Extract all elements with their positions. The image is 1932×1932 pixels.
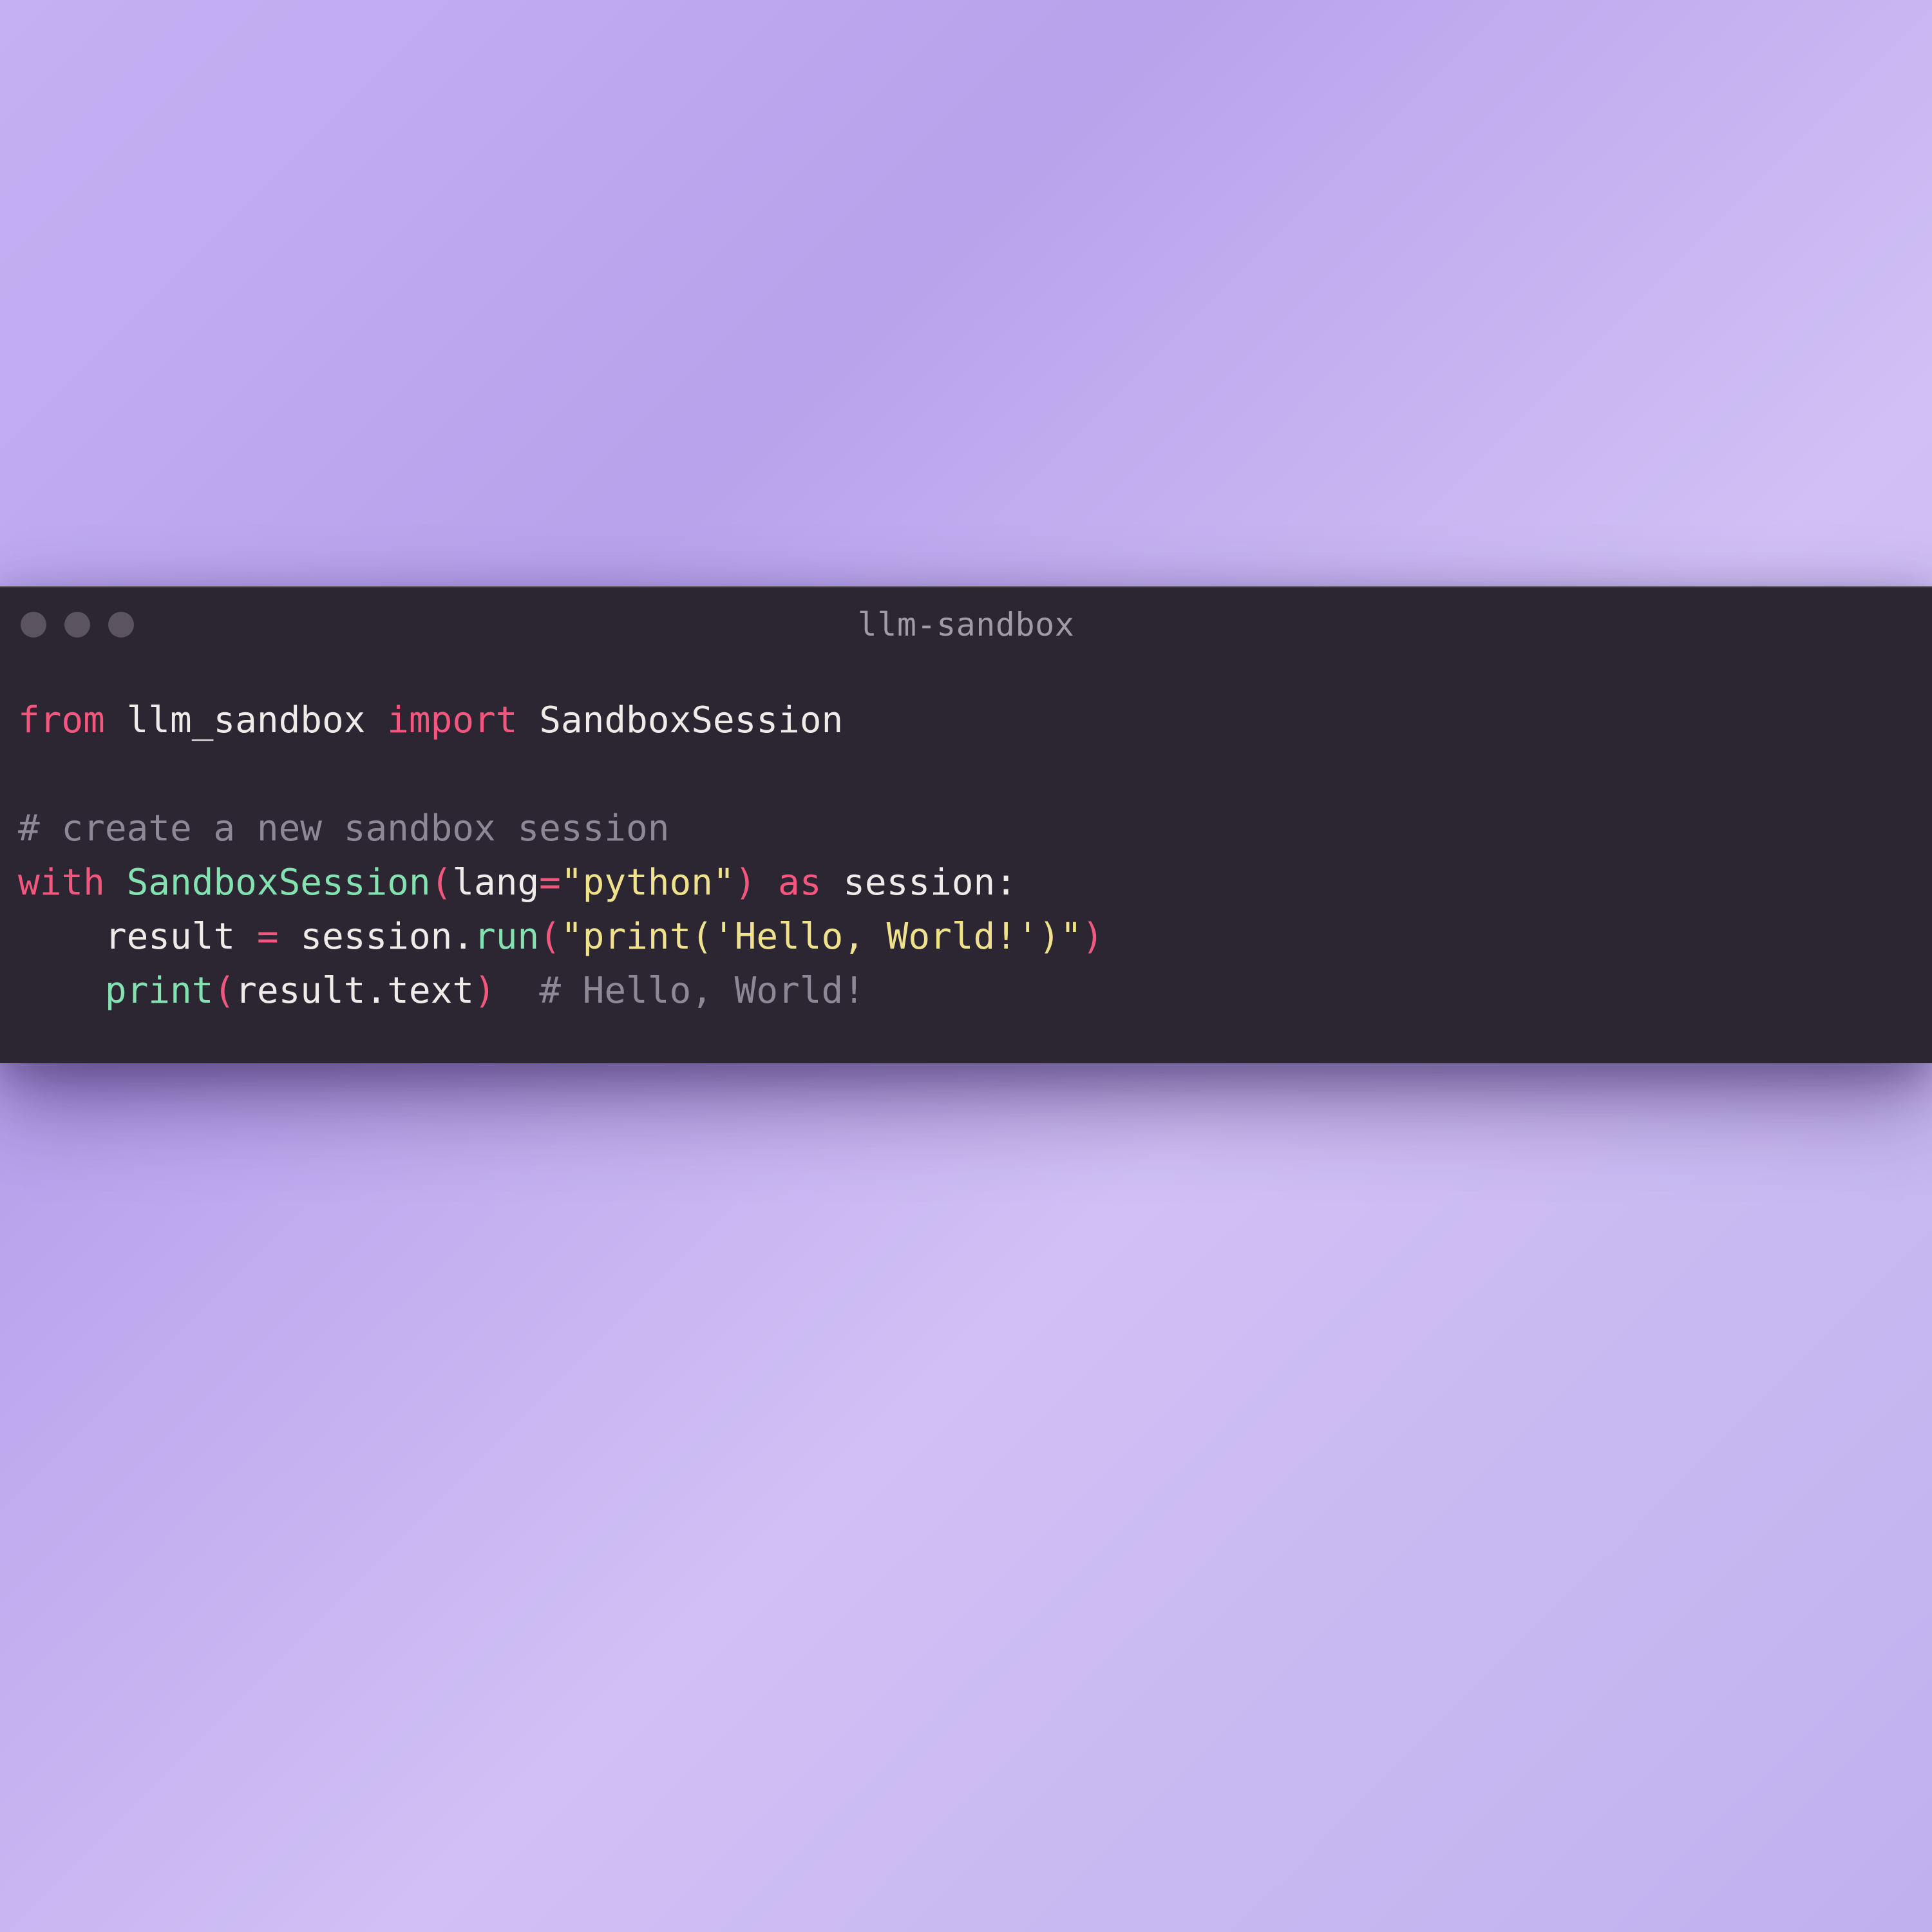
keyword-from: from — [18, 699, 105, 741]
whitespace — [496, 970, 539, 1012]
method-call: run — [474, 916, 539, 958]
paren-open: ( — [213, 970, 235, 1012]
indent — [18, 916, 105, 958]
minimize-icon[interactable] — [64, 612, 90, 638]
window-title: llm-sandbox — [0, 606, 1932, 643]
code-window: llm-sandbox from llm_sandbox import Sand… — [0, 586, 1932, 1063]
dot: . — [452, 916, 474, 958]
paren-open: ( — [431, 862, 453, 904]
attribute: text — [387, 970, 474, 1012]
close-icon[interactable] — [21, 612, 46, 638]
object: result — [235, 970, 365, 1012]
variable: result — [105, 916, 235, 958]
indent — [18, 970, 105, 1012]
string-literal: "python" — [561, 862, 735, 904]
equals: = — [539, 862, 561, 904]
keyword-with: with — [18, 862, 105, 904]
kwarg-name: lang — [452, 862, 539, 904]
constructor-call: SandboxSession — [127, 862, 431, 904]
string-literal: "print('Hello, World!')" — [561, 916, 1082, 958]
module-name: llm_sandbox — [127, 699, 366, 741]
paren-open: ( — [539, 916, 561, 958]
variable: session — [843, 862, 995, 904]
zoom-icon[interactable] — [108, 612, 134, 638]
window-controls — [21, 612, 134, 638]
colon: : — [995, 862, 1017, 904]
dot: . — [365, 970, 387, 1012]
object: session — [300, 916, 452, 958]
code-editor[interactable]: from llm_sandbox import SandboxSession #… — [0, 661, 1932, 1063]
window-titlebar: llm-sandbox — [0, 587, 1932, 661]
paren-close: ) — [1082, 916, 1104, 958]
comment: # Hello, World! — [539, 970, 865, 1012]
class-name: SandboxSession — [539, 699, 843, 741]
function-call: print — [105, 970, 214, 1012]
comment: # create a new sandbox session — [18, 808, 669, 849]
keyword-as: as — [778, 862, 821, 904]
keyword-import: import — [387, 699, 517, 741]
background-spacer — [0, 0, 1932, 586]
paren-close: ) — [474, 970, 496, 1012]
equals: = — [257, 916, 279, 958]
paren-close: ) — [735, 862, 757, 904]
